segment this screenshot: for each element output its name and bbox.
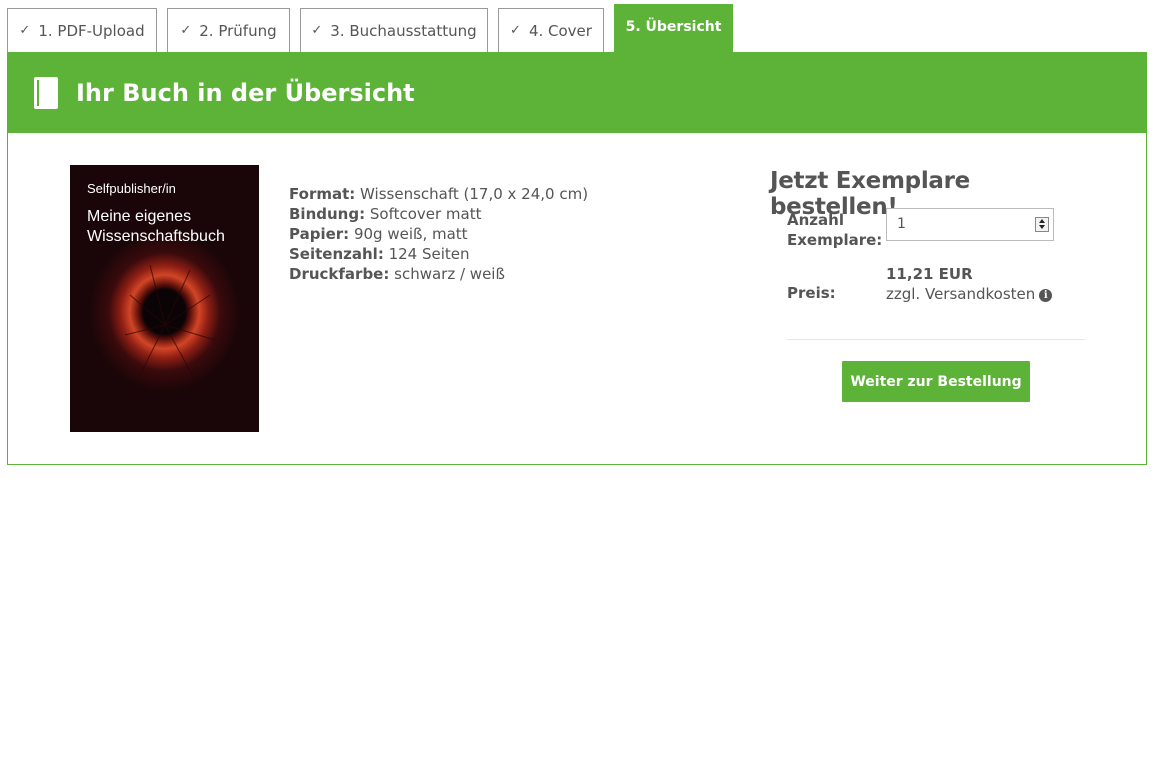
price-value: 11,21 EUR (886, 265, 973, 283)
spec-paper: Papier: 90g weiß, matt (289, 225, 468, 243)
tab-cover[interactable]: ✓ 4. Cover (498, 8, 604, 52)
order-section: Jetzt Exemplare bestellen! Anzahl Exempl… (770, 168, 1100, 402)
quantity-label: Anzahl Exemplare: (787, 211, 883, 249)
cover-rays (124, 264, 216, 381)
checkmark-icon: ✓ (510, 23, 521, 38)
book-cover-image: Selfpublisher/in Meine eigenes Wissensch… (70, 165, 259, 432)
book-icon (34, 77, 58, 109)
cover-title: Meine eigenes Wissenschaftsbuch (87, 208, 225, 245)
shipping-note: zzgl. Versandkosten i (886, 285, 1053, 303)
tab-label: 4. Cover (528, 21, 592, 40)
cover-publisher: Selfpublisher/in (87, 181, 176, 196)
tab-pdf-upload[interactable]: ✓ 1. PDF-Upload (7, 8, 157, 52)
quantity-input[interactable]: 1 (886, 208, 1054, 241)
step-tabs: ✓ 1. PDF-Upload ✓ 2. Prüfung ✓ 3. Buchau… (0, 0, 1158, 53)
checkmark-icon: ✓ (180, 23, 192, 38)
panel-title: Ihr Buch in der Übersicht (76, 79, 415, 107)
tab-label: 2. Prüfung (199, 21, 277, 40)
tab-buchausstattung[interactable]: ✓ 3. Buchausstattung (300, 8, 488, 52)
tab-pruefung[interactable]: ✓ 2. Prüfung (167, 8, 290, 52)
quantity-value: 1 (897, 216, 906, 232)
stepper-down-icon[interactable] (1039, 225, 1045, 229)
price-label: Preis: (787, 284, 836, 302)
info-icon[interactable]: i (1039, 289, 1053, 302)
panel-header: Ihr Buch in der Übersicht (8, 53, 1146, 133)
stepper-up-icon[interactable] (1039, 219, 1045, 223)
book-specs: Format: Wissenschaft (17,0 x 24,0 cm) Bi… (289, 184, 588, 284)
spec-binding: Bindung: Softcover matt (289, 205, 482, 223)
checkmark-icon: ✓ (19, 23, 31, 38)
spec-print-color: Druckfarbe: schwarz / weiß (289, 265, 505, 283)
spec-pages: Seitenzahl: 124 Seiten (289, 245, 470, 263)
tab-label: 5. Übersicht (625, 19, 722, 35)
spec-format: Format: Wissenschaft (17,0 x 24,0 cm) (289, 185, 589, 203)
quantity-stepper[interactable] (1035, 217, 1049, 232)
tab-label: 1. PDF-Upload (38, 21, 145, 40)
divider (787, 339, 1085, 340)
overview-panel: Ihr Buch in der Übersicht Selfpublisher/… (7, 52, 1147, 465)
continue-order-button[interactable]: Weiter zur Bestellung (842, 361, 1030, 402)
tab-label: 3. Buchausstattung (330, 21, 477, 40)
checkmark-icon: ✓ (311, 23, 323, 38)
tab-uebersicht[interactable]: 5. Übersicht (614, 4, 733, 53)
